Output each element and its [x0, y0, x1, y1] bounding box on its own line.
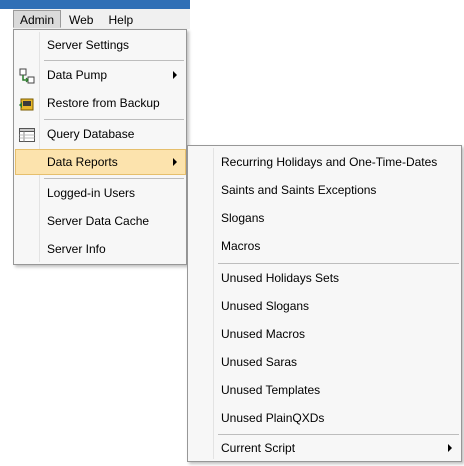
- data-reports-submenu: Recurring Holidays and One-Time-Dates Sa…: [187, 145, 462, 462]
- menu-item-server-data-cache[interactable]: Server Data Cache: [15, 208, 185, 234]
- table-grid-icon: [19, 126, 35, 142]
- admin-dropdown: Server Settings Data Pump Restore from B…: [13, 29, 187, 265]
- menu-admin[interactable]: Admin: [13, 10, 62, 28]
- menu-item-unused-templates[interactable]: Unused Templates: [189, 377, 460, 403]
- menu-item-query-database[interactable]: Query Database: [15, 121, 185, 147]
- menu-item-macros[interactable]: Macros: [189, 233, 460, 259]
- menu-item-saints[interactable]: Saints and Saints Exceptions: [189, 177, 460, 203]
- menu-web[interactable]: Web: [62, 10, 100, 28]
- menu-item-data-reports[interactable]: Data Reports: [15, 149, 186, 175]
- menu-item-server-info[interactable]: Server Info: [15, 236, 185, 262]
- menu-item-unused-holidays-sets[interactable]: Unused Holidays Sets: [189, 265, 460, 291]
- separator: [44, 178, 184, 179]
- menu-item-logged-in-users[interactable]: Logged-in Users: [15, 180, 185, 206]
- menu-bar: Admin Web Help: [13, 9, 190, 29]
- separator: [218, 263, 459, 264]
- menu-item-unused-macros[interactable]: Unused Macros: [189, 321, 460, 347]
- window-top-strip: [0, 0, 464, 9]
- title-bar: [0, 0, 190, 9]
- separator: [44, 119, 184, 120]
- menu-item-unused-plainqxds[interactable]: Unused PlainQXDs: [189, 405, 460, 431]
- menu-item-data-pump[interactable]: Data Pump: [15, 62, 185, 88]
- separator: [44, 60, 184, 61]
- submenu-arrow-icon: [173, 71, 177, 79]
- menu-item-unused-saras[interactable]: Unused Saras: [189, 349, 460, 375]
- data-pump-icon: [19, 67, 35, 84]
- menu-help[interactable]: Help: [101, 10, 140, 28]
- menu-item-restore-from-backup[interactable]: Restore from Backup: [15, 90, 185, 116]
- submenu-arrow-icon: [173, 158, 177, 166]
- menu-item-unused-slogans[interactable]: Unused Slogans: [189, 293, 460, 319]
- menu-item-slogans[interactable]: Slogans: [189, 205, 460, 231]
- restore-backup-icon: [19, 95, 35, 111]
- submenu-arrow-icon: [448, 444, 452, 452]
- menu-item-current-script[interactable]: Current Script: [189, 435, 460, 461]
- menu-item-server-settings[interactable]: Server Settings: [15, 32, 185, 58]
- menu-item-recurring-holidays[interactable]: Recurring Holidays and One-Time-Dates: [189, 149, 460, 175]
